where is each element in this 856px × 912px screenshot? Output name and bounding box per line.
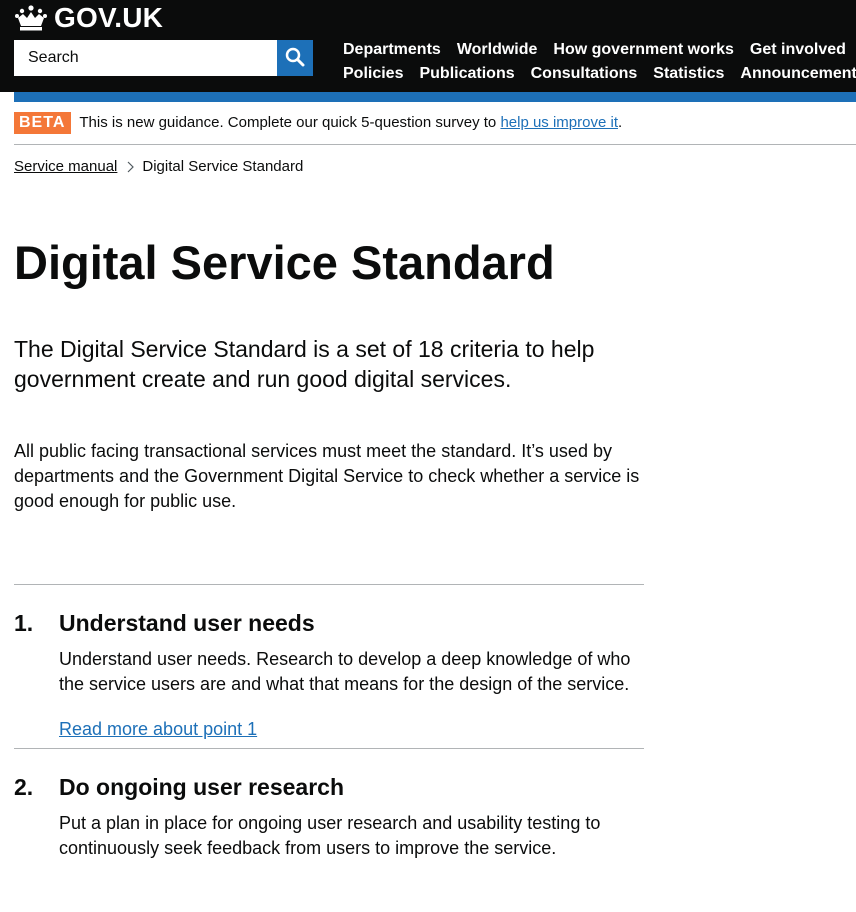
nav-link-announcements[interactable]: Announcements — [740, 65, 856, 83]
nav-link-worldwide[interactable]: Worldwide — [457, 41, 538, 59]
search-button[interactable] — [277, 40, 313, 76]
criterion-item: 2. Do ongoing user research Put a plan i… — [14, 748, 644, 912]
nav-link-departments[interactable]: Departments — [343, 41, 441, 59]
intro-paragraph: All public facing transactional services… — [14, 441, 640, 511]
criterion-title: Understand user needs — [59, 610, 315, 636]
nav-link-get-involved[interactable]: Get involved — [750, 41, 846, 59]
breadcrumb-service-manual[interactable]: Service manual — [14, 157, 117, 177]
header-accent-bar — [14, 92, 856, 102]
criterion-number: 2. — [14, 774, 34, 800]
beta-tag: BETA — [14, 112, 72, 134]
criterion-item: 1. Understand user needs Understand user… — [14, 584, 644, 748]
phase-message: This is new guidance. Complete our quick… — [79, 114, 497, 131]
breadcrumb: Service manual Digital Service Standard — [14, 157, 303, 177]
phase-banner: BETA This is new guidance. Complete our … — [14, 112, 856, 145]
criterion-number: 1. — [14, 610, 34, 636]
criterion-title: Do ongoing user research — [59, 774, 345, 800]
main-navigation: Departments Worldwide How government wor… — [343, 38, 856, 86]
nav-row-2: Policies Publications Consultations Stat… — [343, 62, 856, 86]
criterion-description: Put a plan in place for ongoing user res… — [59, 813, 601, 858]
search-icon — [285, 47, 305, 70]
nav-link-publications[interactable]: Publications — [419, 65, 514, 83]
criteria-list: 1. Understand user needs Understand user… — [14, 584, 644, 912]
phase-banner-text: This is new guidance. Complete our quick… — [79, 112, 622, 134]
criterion-description: Understand user needs. Research to devel… — [59, 649, 631, 694]
breadcrumb-current: Digital Service Standard — [142, 158, 304, 175]
govuk-logo-link[interactable]: GOV.UK — [14, 2, 163, 34]
nav-link-consultations[interactable]: Consultations — [531, 65, 638, 83]
chevron-right-icon — [127, 161, 135, 173]
nav-link-policies[interactable]: Policies — [343, 65, 403, 83]
phase-punctuation: . — [618, 114, 623, 131]
page-title: Digital Service Standard — [14, 236, 555, 289]
criterion-read-more-link[interactable]: Read more about point 1 — [59, 717, 257, 742]
nav-row-1: Departments Worldwide How government wor… — [343, 38, 856, 62]
feedback-survey-link[interactable]: help us improve it — [500, 114, 618, 131]
logo-text: GOV.UK — [54, 2, 164, 33]
crown-icon — [14, 4, 48, 32]
lead-paragraph: The Digital Service Standard is a set of… — [14, 336, 595, 392]
search-input[interactable] — [14, 40, 277, 76]
nav-link-statistics[interactable]: Statistics — [653, 65, 724, 83]
site-header: GOV.UK Departments Worldwide How governm… — [0, 0, 856, 92]
search-form — [14, 40, 313, 76]
nav-link-how-government-works[interactable]: How government works — [553, 41, 733, 59]
